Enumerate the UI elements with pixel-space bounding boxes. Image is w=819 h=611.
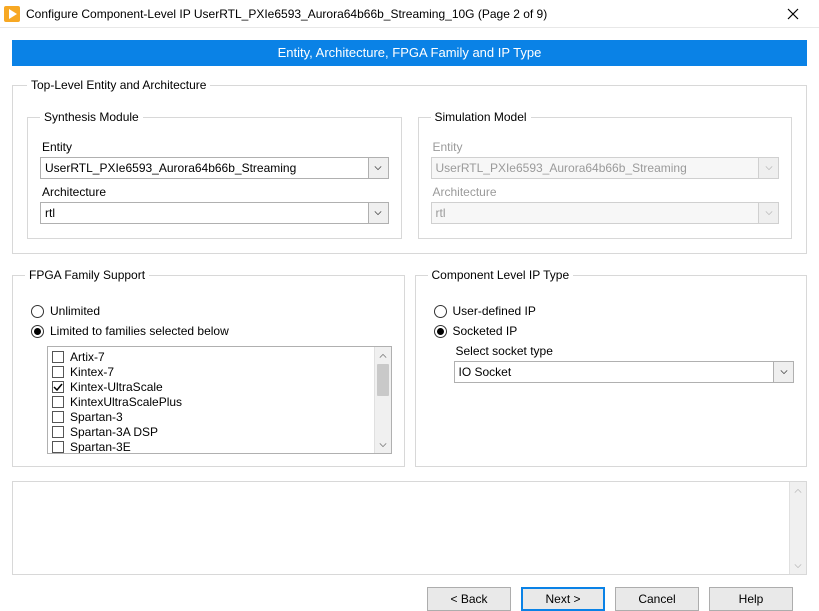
- chevron-down-icon: [758, 158, 778, 178]
- radio-socketed[interactable]: Socketed IP: [434, 324, 795, 338]
- list-item-label: Artix-7: [70, 350, 105, 364]
- synth-entity-dropdown[interactable]: [40, 157, 389, 179]
- list-item[interactable]: Spartan-3A DSP: [52, 424, 374, 439]
- checkbox-icon[interactable]: [52, 396, 64, 408]
- list-item-label: Kintex-UltraScale: [70, 380, 163, 394]
- socket-type-label: Select socket type: [456, 344, 795, 358]
- synthesis-module-legend: Synthesis Module: [40, 110, 143, 124]
- synthesis-module-group: Synthesis Module Entity Architecture: [27, 110, 402, 239]
- top-entity-group: Top-Level Entity and Architecture Synthe…: [12, 78, 807, 254]
- checkbox-icon[interactable]: [52, 426, 64, 438]
- sim-arch-label: Architecture: [433, 185, 780, 199]
- radio-user-defined[interactable]: User-defined IP: [434, 304, 795, 318]
- radio-unlimited[interactable]: Unlimited: [31, 304, 392, 318]
- radio-icon: [434, 305, 447, 318]
- scroll-down-icon[interactable]: [790, 557, 806, 574]
- radio-icon: [31, 305, 44, 318]
- synth-arch-value[interactable]: [41, 203, 368, 223]
- chevron-down-icon[interactable]: [368, 203, 388, 223]
- checkbox-icon[interactable]: [52, 411, 64, 423]
- top-entity-legend: Top-Level Entity and Architecture: [27, 78, 210, 92]
- socket-type-value[interactable]: [455, 362, 774, 382]
- list-item[interactable]: KintexUltraScalePlus: [52, 394, 374, 409]
- sim-entity-label: Entity: [433, 140, 780, 154]
- list-item[interactable]: Spartan-3E: [52, 439, 374, 453]
- fpga-family-legend: FPGA Family Support: [25, 268, 149, 282]
- scroll-track[interactable]: [375, 364, 391, 436]
- clip-type-group: Component Level IP Type User-defined IP …: [415, 268, 808, 467]
- socket-type-dropdown[interactable]: [454, 361, 795, 383]
- radio-limited-label: Limited to families selected below: [50, 324, 229, 338]
- chevron-down-icon[interactable]: [368, 158, 388, 178]
- wizard-footer: < Back Next > Cancel Help: [12, 575, 807, 611]
- scroll-up-icon[interactable]: [375, 347, 391, 364]
- message-area: [12, 481, 807, 575]
- sim-entity-dropdown: [431, 157, 780, 179]
- checkbox-icon[interactable]: [52, 441, 64, 453]
- close-button[interactable]: [773, 2, 813, 26]
- scrollbar[interactable]: [374, 347, 391, 453]
- scroll-thumb[interactable]: [377, 364, 389, 396]
- scroll-track[interactable]: [790, 499, 806, 557]
- help-button[interactable]: Help: [709, 587, 793, 611]
- titlebar: Configure Component-Level IP UserRTL_PXI…: [0, 0, 819, 28]
- sim-entity-value: [432, 158, 759, 178]
- synth-entity-value[interactable]: [41, 158, 368, 178]
- list-item-label: Kintex-7: [70, 365, 114, 379]
- family-listbox[interactable]: Artix-7Kintex-7Kintex-UltraScaleKintexUl…: [47, 346, 392, 454]
- list-item[interactable]: Kintex-UltraScale: [52, 379, 374, 394]
- scroll-down-icon[interactable]: [375, 436, 391, 453]
- window-title: Configure Component-Level IP UserRTL_PXI…: [26, 7, 773, 21]
- synth-arch-dropdown[interactable]: [40, 202, 389, 224]
- list-item[interactable]: Spartan-3: [52, 409, 374, 424]
- synth-entity-label: Entity: [42, 140, 389, 154]
- list-item-label: Spartan-3A DSP: [70, 425, 158, 439]
- scrollbar[interactable]: [789, 482, 806, 574]
- fpga-family-group: FPGA Family Support Unlimited Limited to…: [12, 268, 405, 467]
- checkbox-icon[interactable]: [52, 351, 64, 363]
- scroll-up-icon[interactable]: [790, 482, 806, 499]
- clip-type-legend: Component Level IP Type: [428, 268, 574, 282]
- wizard-banner: Entity, Architecture, FPGA Family and IP…: [12, 40, 807, 66]
- next-button[interactable]: Next >: [521, 587, 605, 611]
- app-icon: [4, 6, 20, 22]
- simulation-model-group: Simulation Model Entity Architecture: [418, 110, 793, 239]
- sim-arch-value: [432, 203, 759, 223]
- synth-arch-label: Architecture: [42, 185, 389, 199]
- radio-icon: [31, 325, 44, 338]
- radio-socketed-label: Socketed IP: [453, 324, 518, 338]
- list-item[interactable]: Artix-7: [52, 349, 374, 364]
- chevron-down-icon[interactable]: [773, 362, 793, 382]
- back-button[interactable]: < Back: [427, 587, 511, 611]
- radio-limited[interactable]: Limited to families selected below: [31, 324, 392, 338]
- chevron-down-icon: [758, 203, 778, 223]
- radio-unlimited-label: Unlimited: [50, 304, 100, 318]
- simulation-model-legend: Simulation Model: [431, 110, 531, 124]
- radio-icon: [434, 325, 447, 338]
- list-item-label: Spartan-3E: [70, 440, 131, 454]
- checkbox-icon[interactable]: [52, 381, 64, 393]
- list-item[interactable]: Kintex-7: [52, 364, 374, 379]
- radio-user-defined-label: User-defined IP: [453, 304, 536, 318]
- cancel-button[interactable]: Cancel: [615, 587, 699, 611]
- list-item-label: Spartan-3: [70, 410, 123, 424]
- checkbox-icon[interactable]: [52, 366, 64, 378]
- sim-arch-dropdown: [431, 202, 780, 224]
- list-item-label: KintexUltraScalePlus: [70, 395, 182, 409]
